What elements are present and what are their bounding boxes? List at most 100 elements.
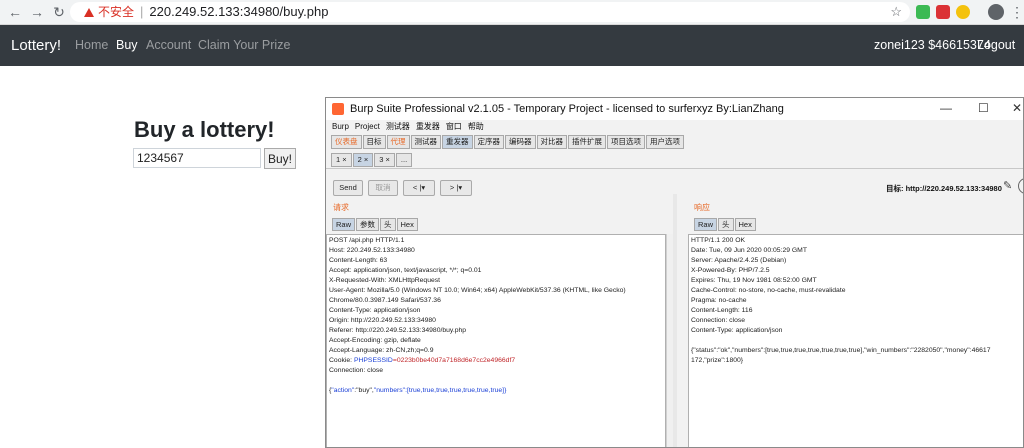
help-icon[interactable]: ? bbox=[1018, 178, 1023, 194]
split-pane-divider[interactable] bbox=[673, 194, 677, 447]
tab-dashboard[interactable]: 仪表盘 bbox=[331, 135, 362, 149]
burp-menubar: Burp Project 测试器 重发器 窗口 帮助 bbox=[326, 120, 1023, 134]
burp-main-tabs: 仪表盘 目标 代理 测试器 重发器 定序器 编码器 对比器 插件扩展 项目选项 用户选项 bbox=[331, 135, 685, 149]
lottery-numbers-input[interactable] bbox=[133, 148, 261, 168]
extension-icon-2[interactable] bbox=[936, 5, 950, 19]
response-line: Expires: Thu, 19 Nov 1981 08:52:00 GMT bbox=[691, 277, 817, 284]
cookie-value: =0223b0be40d7a7168d6e7cc2e4966df7 bbox=[392, 357, 516, 364]
tab-repeater[interactable]: 重发器 bbox=[442, 135, 473, 149]
response-line: Content-Length: 116 bbox=[691, 307, 753, 314]
tab-decoder[interactable]: 编码器 bbox=[505, 135, 536, 149]
security-label: 不安全 bbox=[98, 5, 135, 19]
user-balance: zonei123 $46615374 bbox=[874, 38, 991, 52]
request-body: {"action":"buy","numbers":[true,true,tru… bbox=[329, 387, 507, 394]
response-line: Cache-Control: no-store, no-cache, must-… bbox=[691, 287, 846, 294]
response-line: Content-Type: application/json bbox=[691, 327, 783, 334]
repeater-tab-new[interactable]: ... bbox=[395, 153, 413, 167]
cancel-button[interactable]: 取消 bbox=[368, 180, 398, 196]
nav-home[interactable]: Home bbox=[75, 38, 108, 52]
nav-claim-prize[interactable]: Claim Your Prize bbox=[198, 38, 290, 52]
repeater-tab-3[interactable]: 3 × bbox=[374, 153, 395, 167]
burp-window-title: Burp Suite Professional v2.1.05 - Tempor… bbox=[350, 103, 784, 115]
repeater-tab-2[interactable]: 2 × bbox=[352, 153, 374, 167]
repeater-tab-1[interactable]: 1 × bbox=[331, 153, 352, 167]
request-tab-params[interactable]: 参数 bbox=[356, 218, 380, 231]
request-line: Connection: close bbox=[329, 367, 384, 374]
request-editor[interactable]: POST /api.php HTTP/1.1 Host: 220.249.52.… bbox=[326, 234, 666, 447]
menu-repeater[interactable]: 重发器 bbox=[416, 122, 440, 131]
tab-intruder[interactable]: 测试器 bbox=[410, 135, 441, 149]
browser-menu-icon[interactable]: ⋮ bbox=[1010, 3, 1024, 21]
menu-window[interactable]: 窗口 bbox=[446, 122, 462, 131]
tab-proxy[interactable]: 代理 bbox=[386, 135, 410, 149]
burp-logo-icon bbox=[332, 103, 344, 115]
request-tabs: Raw 参数头 Hex bbox=[332, 218, 419, 231]
pencil-icon[interactable]: ✎ bbox=[1003, 179, 1012, 192]
response-line: Pragma: no-cache bbox=[691, 297, 747, 304]
brand-link[interactable]: Lottery! bbox=[11, 37, 61, 54]
response-line: Server: Apache/2.4.25 (Debian) bbox=[691, 257, 787, 264]
response-tab-raw[interactable]: Raw bbox=[694, 218, 718, 231]
request-tab-raw[interactable]: Raw bbox=[332, 218, 356, 231]
request-line: X-Requested-With: XMLHttpRequest bbox=[329, 277, 441, 284]
page-title: Buy a lottery! bbox=[134, 117, 275, 142]
menu-help[interactable]: 帮助 bbox=[468, 122, 484, 131]
maximize-icon[interactable]: ☐ bbox=[978, 101, 989, 115]
address-bar[interactable]: 不安全 | 220.249.52.133:34980/buy.php ☆ bbox=[70, 2, 910, 22]
history-back-button[interactable]: < |▾ bbox=[403, 180, 435, 196]
menu-intruder[interactable]: 测试器 bbox=[386, 122, 410, 131]
tab-comparer[interactable]: 对比器 bbox=[536, 135, 567, 149]
bookmark-star-icon[interactable]: ☆ bbox=[890, 2, 902, 22]
buy-button[interactable]: Buy! bbox=[264, 148, 296, 169]
back-icon[interactable]: ← bbox=[6, 3, 24, 21]
request-scrollbar[interactable] bbox=[666, 234, 673, 447]
response-viewer[interactable]: HTTP/1.1 200 OK Date: Tue, 09 Jun 2020 0… bbox=[688, 234, 1023, 447]
request-line: Accept-Encoding: gzip, deflate bbox=[329, 337, 421, 344]
tab-user-options[interactable]: 用户选项 bbox=[646, 135, 684, 149]
forward-icon[interactable]: → bbox=[28, 3, 46, 21]
menu-project[interactable]: Project bbox=[355, 122, 380, 131]
history-forward-button[interactable]: > |▾ bbox=[440, 180, 472, 196]
tab-extender[interactable]: 插件扩展 bbox=[568, 135, 606, 149]
extension-icon-3[interactable] bbox=[956, 5, 970, 19]
response-body: {"status":"ok","numbers":[true,true,true… bbox=[691, 347, 991, 354]
response-tab-headers[interactable]: 头 bbox=[718, 218, 734, 231]
request-tab-headers[interactable]: 头 bbox=[380, 218, 396, 231]
request-line: Origin: http://220.249.52.133:34980 bbox=[329, 317, 436, 324]
request-line: Content-Type: application/json bbox=[329, 307, 421, 314]
request-line: Content-Length: 63 bbox=[329, 257, 388, 264]
request-line: Referer: http://220.249.52.133:34980/buy… bbox=[329, 327, 467, 334]
nav-account[interactable]: Account bbox=[146, 38, 191, 52]
response-tab-hex[interactable]: Hex bbox=[734, 218, 756, 231]
request-title: 请求 bbox=[333, 203, 349, 212]
send-button[interactable]: Send bbox=[333, 180, 363, 196]
reload-icon[interactable]: ↻ bbox=[50, 3, 68, 21]
close-icon[interactable]: ✕ bbox=[1012, 101, 1022, 115]
request-line: Host: 220.249.52.133:34980 bbox=[329, 247, 415, 254]
request-cookie-line: Cookie: PHPSESSID=0223b0be40d7a7168d6e7c… bbox=[329, 357, 516, 364]
minimize-icon[interactable]: — bbox=[940, 101, 952, 115]
profile-avatar-icon[interactable] bbox=[988, 4, 1004, 20]
response-line: HTTP/1.1 200 OK bbox=[691, 237, 746, 244]
repeater-subtabs: 1 × 2 × 3 ×... bbox=[331, 153, 413, 167]
menu-burp[interactable]: Burp bbox=[332, 122, 349, 131]
response-title: 响应 bbox=[694, 203, 710, 212]
response-tabs: Raw 头 Hex bbox=[694, 218, 757, 231]
burp-suite-window: Burp Suite Professional v2.1.05 - Tempor… bbox=[325, 97, 1024, 448]
request-line: User-Agent: Mozilla/5.0 (Windows NT 10.0… bbox=[329, 287, 626, 294]
browser-toolbar: ← → ↻ 不安全 | 220.249.52.133:34980/buy.php ☆… bbox=[0, 0, 1024, 25]
tab-project-options[interactable]: 项目选项 bbox=[607, 135, 645, 149]
response-body-cont: 172,"prize":1800} bbox=[691, 357, 744, 364]
extension-icon-1[interactable] bbox=[916, 5, 930, 19]
request-tab-hex[interactable]: Hex bbox=[396, 218, 418, 231]
tab-sequencer[interactable]: 定序器 bbox=[473, 135, 504, 149]
request-line: POST /api.php HTTP/1.1 bbox=[329, 237, 405, 244]
burp-titlebar: Burp Suite Professional v2.1.05 - Tempor… bbox=[326, 98, 1023, 120]
response-line: Date: Tue, 09 Jun 2020 00:05:29 GMT bbox=[691, 247, 807, 254]
request-line: Accept-Language: zh-CN,zh;q=0.9 bbox=[329, 347, 434, 354]
logout-link[interactable]: Logout bbox=[977, 38, 1015, 52]
tab-target[interactable]: 目标 bbox=[362, 135, 386, 149]
cookie-key: PHPSESSID bbox=[353, 357, 393, 364]
nav-buy[interactable]: Buy bbox=[116, 38, 138, 52]
url-text: 220.249.52.133:34980/buy.php bbox=[149, 4, 329, 19]
